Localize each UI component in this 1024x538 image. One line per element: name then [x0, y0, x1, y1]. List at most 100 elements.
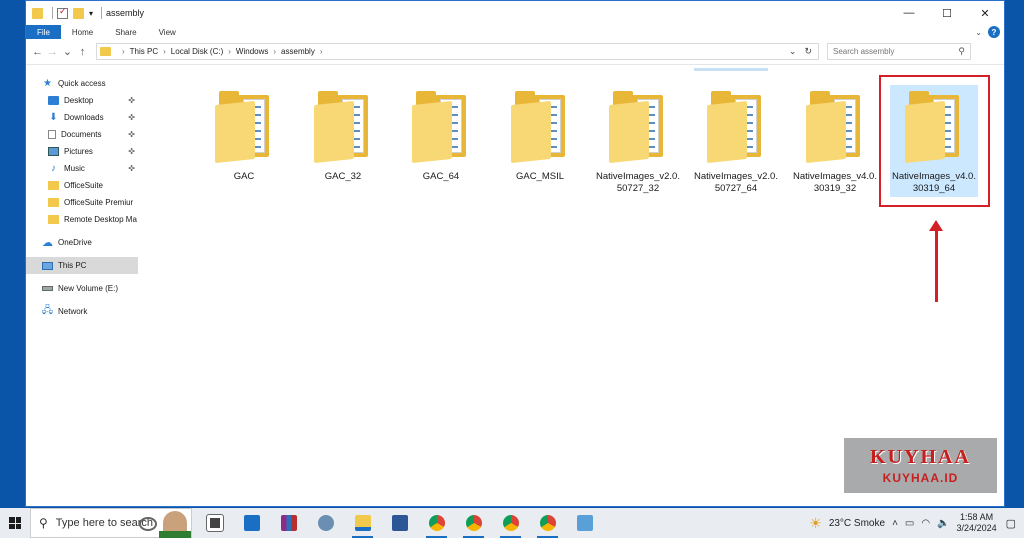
taskbar: ⚲ Type here to search ☀ 23°C Smoke ˄ ▭ ◠… — [0, 508, 1024, 538]
navigation-bar: ← → ⌄ ↑ › This PC › Local Disk (C:) › Wi… — [26, 39, 1004, 65]
scroll-indicator — [694, 68, 768, 71]
sidebar-item-desktop[interactable]: Desktop ✜ — [26, 92, 138, 109]
folder-item-gac-32[interactable]: GAC_32 — [299, 85, 387, 197]
customize-toolbar-icon[interactable]: ▾ — [89, 9, 93, 18]
taskbar-app-chrome[interactable] — [418, 508, 455, 538]
breadcrumb-local-disk[interactable]: Local Disk (C:) — [171, 47, 223, 56]
sidebar-item-label: Desktop — [64, 96, 94, 105]
expand-ribbon-icon[interactable]: ⌄ — [975, 28, 982, 37]
help-icon[interactable]: ? — [988, 26, 1000, 38]
word-icon — [391, 515, 408, 531]
maximize-button[interactable]: ☐ — [928, 1, 966, 25]
pin-icon: ✜ — [128, 164, 135, 173]
taskbar-app-store[interactable] — [196, 508, 233, 538]
tab-home[interactable]: Home — [61, 25, 104, 39]
sidebar-item-label: OneDrive — [58, 238, 92, 247]
watermark-title: KUYHAA — [870, 446, 971, 468]
breadcrumb-this-pc[interactable]: This PC — [130, 47, 158, 56]
notifications-icon[interactable]: ▢ — [1006, 517, 1016, 530]
battery-icon[interactable]: ▭ — [905, 518, 914, 529]
folder-name: GAC_64 — [422, 171, 460, 182]
folder-item-gac-msil[interactable]: GAC_MSIL — [496, 85, 584, 197]
chrome-icon — [428, 515, 445, 531]
sidebar-item-remote-desktop[interactable]: Remote Desktop Ma — [26, 211, 138, 228]
sidebar-item-label: Network — [58, 307, 88, 316]
taskbar-app-chrome-3[interactable] — [492, 508, 529, 538]
address-bar[interactable]: › This PC › Local Disk (C:) › Windows › … — [96, 43, 819, 60]
chevron-right-icon[interactable]: › — [163, 47, 166, 56]
search-input[interactable] — [833, 47, 953, 56]
sidebar-item-quick-access[interactable]: ★ Quick access — [26, 75, 138, 92]
pin-icon: ✜ — [128, 130, 135, 139]
taskbar-app-chrome-2[interactable] — [455, 508, 492, 538]
folder-icon — [314, 91, 372, 164]
sidebar-item-onedrive[interactable]: ☁ OneDrive — [26, 234, 138, 251]
taskbar-app-winrar[interactable] — [270, 508, 307, 538]
divider — [52, 7, 53, 19]
pictures-icon — [48, 147, 59, 156]
divider — [101, 7, 103, 19]
star-icon: ★ — [43, 78, 52, 89]
tab-view[interactable]: View — [148, 25, 187, 39]
address-dropdown-icon[interactable]: ⌄ — [789, 46, 797, 57]
sidebar-item-officesuite-premium[interactable]: OfficeSuite Premiur — [26, 194, 138, 211]
back-button[interactable]: ← — [30, 46, 45, 58]
sidebar-item-downloads[interactable]: ⬇ Downloads ✜ — [26, 109, 138, 126]
sidebar-item-new-volume[interactable]: New Volume (E:) — [26, 280, 138, 297]
sidebar-item-music[interactable]: ♪ Music ✜ — [26, 160, 138, 177]
new-folder-icon[interactable] — [73, 7, 84, 19]
clock[interactable]: 1:58 AM 3/24/2024 — [957, 512, 997, 534]
chevron-right-icon[interactable]: › — [273, 47, 276, 56]
volume-icon[interactable]: 🔈 — [937, 518, 949, 529]
chevron-right-icon[interactable]: › — [228, 47, 231, 56]
folder-item-nativeimages-v2-64[interactable]: NativeImages_v2.0.50727_64 — [692, 85, 780, 197]
breadcrumb-assembly[interactable]: assembly — [281, 47, 315, 56]
tab-share[interactable]: Share — [104, 25, 147, 39]
taskbar-app-weather[interactable] — [307, 508, 344, 538]
search-box[interactable]: ⚲ — [827, 43, 971, 60]
up-button[interactable]: ↑ — [75, 46, 90, 58]
title-bar: ▾ assembly — ☐ ✕ — [26, 1, 1004, 25]
sidebar-item-pictures[interactable]: Pictures ✜ — [26, 143, 138, 160]
folder-name: NativeImages_v4.0.30319_32 — [793, 171, 877, 194]
minimize-button[interactable]: — — [890, 1, 928, 25]
close-button[interactable]: ✕ — [966, 1, 1004, 25]
taskbar-app-file-explorer[interactable] — [344, 508, 381, 538]
sidebar-item-this-pc[interactable]: This PC — [26, 257, 138, 274]
properties-icon[interactable] — [57, 6, 68, 19]
folder-name: NativeImages_v2.0.50727_32 — [596, 171, 680, 194]
folder-item-nativeimages-v2-32[interactable]: NativeImages_v2.0.50727_32 — [594, 85, 682, 197]
taskbar-app-word[interactable] — [381, 508, 418, 538]
chrome-icon — [539, 515, 556, 531]
chevron-right-icon[interactable]: › — [320, 47, 323, 56]
folder-item-gac[interactable]: GAC — [200, 85, 288, 197]
taskbar-app-remote-desktop[interactable] — [566, 508, 603, 538]
breadcrumb-windows[interactable]: Windows — [236, 47, 268, 56]
taskbar-search[interactable]: ⚲ Type here to search — [30, 508, 192, 538]
recent-locations-button[interactable]: ⌄ — [60, 45, 75, 58]
weather-icon[interactable]: ☀ — [809, 515, 822, 532]
refresh-icon[interactable]: ↻ — [804, 46, 812, 57]
navigation-pane: ★ Quick access Desktop ✜ ⬇ Downloads ✜ D… — [26, 75, 138, 505]
search-icon: ⚲ — [958, 46, 965, 56]
chevron-right-icon[interactable]: › — [122, 47, 125, 56]
taskbar-app-chrome-4[interactable] — [529, 508, 566, 538]
ribbon-tabs: File Home Share View ⌄ ? — [26, 25, 1004, 39]
file-explorer-window: ▾ assembly — ☐ ✕ File Home Share View ⌄ … — [25, 0, 1005, 507]
weather-text[interactable]: 23°C Smoke — [829, 518, 885, 529]
taskbar-app-mail[interactable] — [233, 508, 270, 538]
chevron-up-icon[interactable]: ˄ — [892, 518, 898, 529]
folder-item-nativeimages-v4-32[interactable]: NativeImages_v4.0.30319_32 — [791, 85, 879, 197]
folder-icon — [32, 7, 43, 19]
forward-button[interactable]: → — [45, 46, 60, 58]
folder-item-gac-64[interactable]: GAC_64 — [397, 85, 485, 197]
sidebar-item-label: Music — [64, 164, 85, 173]
tab-file[interactable]: File — [26, 25, 61, 39]
sidebar-item-label: Remote Desktop Ma — [64, 215, 137, 224]
sidebar-item-network[interactable]: 🖧 Network — [26, 303, 138, 320]
sidebar-item-documents[interactable]: Documents ✜ — [26, 126, 138, 143]
annotation-arrow — [935, 224, 938, 302]
sidebar-item-officesuite[interactable]: OfficeSuite — [26, 177, 138, 194]
wifi-icon[interactable]: ◠ — [921, 518, 930, 529]
start-button[interactable] — [0, 508, 30, 538]
